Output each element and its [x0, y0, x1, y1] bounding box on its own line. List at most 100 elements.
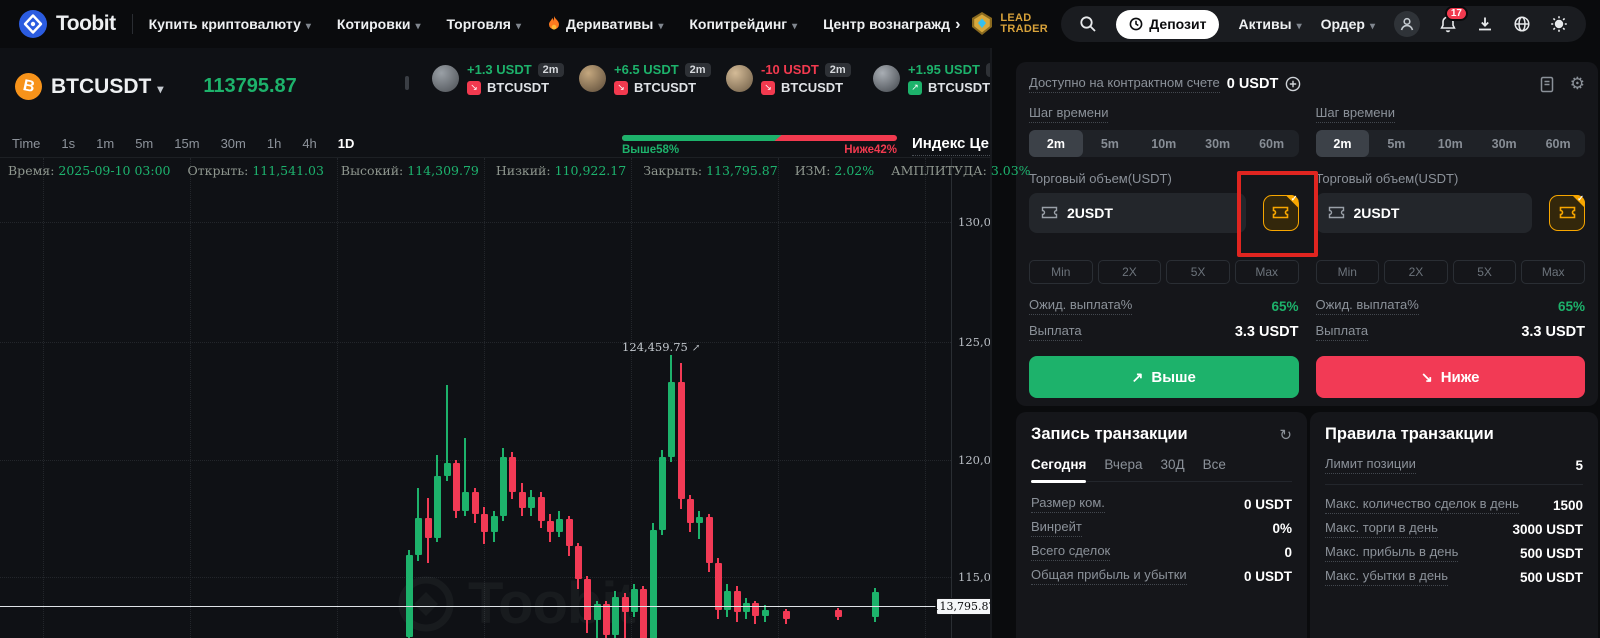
trade-symbol: BTCUSDT — [928, 80, 991, 95]
trade-duration-badge: 2m — [684, 62, 711, 77]
candle-body — [461, 492, 469, 512]
candle-body — [751, 602, 759, 616]
menu-derivatives[interactable]: Деривативы — [547, 16, 663, 32]
pair-selector[interactable]: BTCUSDT — [51, 75, 163, 99]
transaction-records-card: Запись транзакции ↻ Сегодня Вчера 30Д Все Р… — [1016, 412, 1307, 638]
quick-amount-button[interactable]: 2X — [1097, 260, 1162, 284]
timeframe-tab[interactable]: 30m — [221, 136, 246, 151]
time-step-option[interactable]: 2m — [1029, 130, 1083, 157]
order-card: Доступно на контрактном счете 0 USDT ⚙ Ш… — [1016, 62, 1598, 406]
candle-body — [546, 520, 554, 533]
trade-panel: Доступно на контрактном счете 0 USDT ⚙ Ш… — [992, 48, 1600, 638]
divider — [131, 14, 133, 34]
candle-body — [555, 519, 563, 533]
price-axis[interactable] — [951, 158, 952, 638]
chevron-down-icon — [157, 75, 163, 99]
candle-body — [537, 497, 545, 521]
quick-amount-button[interactable]: 5X — [1166, 260, 1230, 284]
carousel-scrollbar[interactable] — [405, 76, 409, 90]
menu-buy-crypto[interactable]: Купить криптовалюту — [149, 16, 311, 32]
sentiment-bar-up — [622, 135, 782, 141]
quick-amount-button[interactable]: Max — [1521, 260, 1585, 284]
lead-trader-badge[interactable]: LEAD TRADER — [970, 11, 1048, 37]
quick-amount-buttons: Min 2X 5X Max — [1315, 260, 1585, 284]
gridline — [0, 460, 951, 461]
records-tab[interactable]: Сегодня — [1031, 457, 1087, 483]
candle-body — [733, 591, 741, 613]
volume-value: 2USDT — [1067, 205, 1113, 221]
timeframe-tab[interactable]: 5m — [135, 136, 153, 151]
quick-amount-button[interactable]: 2X — [1384, 260, 1448, 284]
buy-down-button[interactable]: ↘ Ниже — [1315, 356, 1585, 398]
candle-body — [490, 515, 498, 533]
quick-amount-button[interactable]: Max — [1234, 260, 1299, 284]
time-step-option[interactable]: 60m — [1531, 130, 1585, 157]
fire-icon — [547, 16, 561, 32]
quick-amount-button[interactable]: 5X — [1452, 260, 1517, 284]
candle-body — [602, 604, 610, 635]
bonus-coupon-button[interactable]: ✓ — [1549, 194, 1585, 231]
candle-body — [508, 457, 516, 493]
navbar-actions: Депозит Активы Ордер 17 — [1061, 6, 1586, 42]
trader-card[interactable]: +1.3 USDT 2m ↘ BTCUSDT — [432, 62, 579, 95]
payout-label: Выплата — [1315, 323, 1369, 341]
deposit-button[interactable]: Депозит — [1116, 9, 1220, 39]
records-tab[interactable]: Все — [1203, 457, 1226, 481]
quick-amount-button[interactable]: Min — [1315, 260, 1380, 284]
buy-up-button[interactable]: ↗ Выше — [1029, 356, 1299, 398]
candle-body — [871, 592, 879, 617]
candle-body — [565, 519, 573, 547]
orders-history-icon[interactable] — [1539, 74, 1555, 94]
time-step-option[interactable]: 60m — [1245, 130, 1299, 157]
timeframe-tab[interactable]: 15m — [174, 136, 199, 151]
menu-quotes[interactable]: Котировки — [337, 16, 421, 32]
volume-input[interactable]: 2USDT — [1029, 193, 1246, 233]
time-step-option[interactable]: 5m — [1083, 130, 1137, 157]
volume-label: Торговый объем(USDT) — [1315, 171, 1459, 186]
timeframe-tab[interactable]: 4h — [302, 136, 316, 151]
time-step-option[interactable]: 2m — [1315, 130, 1370, 157]
time-step-option[interactable]: 30m — [1477, 130, 1531, 157]
menu-copy-trading[interactable]: Копитрейдинг — [689, 16, 797, 32]
trader-card[interactable]: +6.5 USDT 2m ↘ BTCUSDT — [579, 62, 726, 95]
time-step-option[interactable]: 30m — [1191, 130, 1245, 157]
add-funds-plus-icon[interactable] — [1285, 76, 1301, 92]
timeframe-tab[interactable]: 1m — [96, 136, 114, 151]
language-globe-icon[interactable] — [1513, 15, 1531, 33]
trader-card[interactable]: -10 USDT 2m ↘ BTCUSDT — [726, 62, 873, 95]
time-step-option[interactable]: 10m — [1423, 130, 1477, 157]
order-menu[interactable]: Ордер — [1321, 16, 1375, 32]
time-step-option[interactable]: 10m — [1137, 130, 1191, 157]
sentiment-gauge: Выше58% Ниже42% — [622, 135, 897, 156]
menu-rewards-center[interactable]: Центр вознагражд — [823, 16, 960, 33]
sentiment-down-label: Ниже42% — [844, 144, 897, 156]
timeframe-tab[interactable]: 1h — [267, 136, 281, 151]
gridline — [631, 158, 632, 638]
time-step-option[interactable]: 5m — [1369, 130, 1423, 157]
trader-pnl: +1.95 USDT — [908, 62, 980, 77]
profile-avatar[interactable] — [1394, 11, 1420, 37]
timeframe-tab[interactable]: 1D — [338, 136, 355, 151]
quick-amount-button[interactable]: Min — [1029, 260, 1093, 284]
volume-input[interactable]: 2USDT — [1315, 193, 1532, 233]
timeframe-tab[interactable]: Time — [12, 136, 40, 151]
menu-trade[interactable]: Торговля — [447, 16, 522, 32]
candlestick-chart[interactable]: 130,000.00 125,000.00 120,000.00 115,000… — [0, 158, 990, 638]
theme-sun-icon[interactable] — [1550, 15, 1568, 33]
download-app-icon[interactable] — [1476, 15, 1494, 33]
trade-direction-icon: ↘ — [467, 80, 481, 95]
refresh-icon[interactable]: ↻ — [1279, 426, 1292, 444]
records-tab[interactable]: Вчера — [1104, 457, 1142, 481]
records-tab[interactable]: 30Д — [1161, 457, 1185, 481]
position-limit-label: Лимит позиции — [1325, 456, 1416, 474]
toobit-logo[interactable]: Toobit — [18, 9, 116, 39]
ticker-row: B BTCUSDT 113795.87 +1.3 USDT 2m — [0, 48, 1012, 125]
assets-menu[interactable]: Активы — [1238, 16, 1301, 32]
trade-symbol: BTCUSDT — [487, 80, 550, 95]
search-icon[interactable] — [1079, 15, 1097, 33]
timeframe-tab[interactable]: 1s — [61, 136, 75, 151]
bonus-coupon-button[interactable]: ✓ — [1262, 194, 1299, 231]
gear-icon[interactable]: ⚙ — [1570, 74, 1585, 94]
sentiment-bar — [622, 135, 897, 141]
notifications-bell-icon[interactable]: 17 — [1439, 6, 1468, 33]
